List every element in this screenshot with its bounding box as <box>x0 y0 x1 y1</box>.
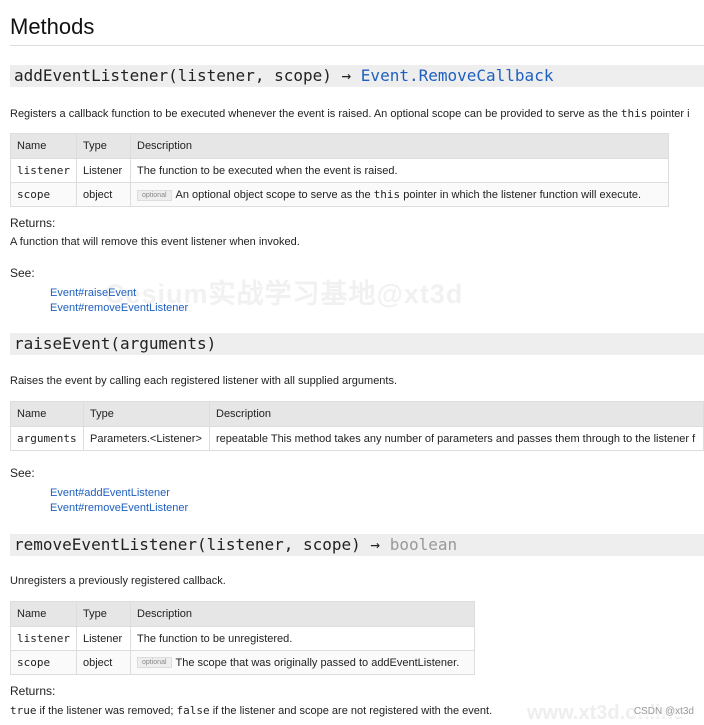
method-name: raiseEvent(arguments) <box>14 334 217 353</box>
inline-code: this <box>620 107 648 120</box>
param-type: Listener <box>76 626 131 651</box>
param-description: optional The scope that was originally pa… <box>130 650 475 675</box>
table-header-row: Name Type Description <box>10 401 704 427</box>
header-description: Description <box>130 133 669 159</box>
returns-label: Returns: <box>10 684 56 698</box>
param-type: Listener <box>76 158 131 183</box>
return-type-link[interactable]: Event.RemoveCallback <box>361 66 554 85</box>
returns-description: A function that will remove this event l… <box>10 236 300 248</box>
see-link-raiseevent[interactable]: Event#raiseEvent <box>50 287 136 299</box>
csdn-watermark: CSDN @xt3d <box>633 706 694 717</box>
params-table: Name Type Description arguments Paramete… <box>10 401 704 451</box>
header-description: Description <box>130 601 475 627</box>
see-link-removeeventlistener[interactable]: Event#removeEventListener <box>50 302 188 314</box>
description-text: pointer in which the listener function w… <box>400 189 642 201</box>
see-label: See: <box>10 466 35 480</box>
header-name: Name <box>10 133 77 159</box>
param-name: scope <box>10 650 77 675</box>
table-header-row: Name Type Description <box>10 133 669 159</box>
see-link-removeeventlistener[interactable]: Event#removeEventListener <box>50 502 188 514</box>
param-type: object <box>76 650 131 675</box>
description-text: pointer i <box>647 108 690 120</box>
method-name: addEventListener(listener, scope) <box>14 66 332 85</box>
return-arrow: → <box>331 66 361 85</box>
inline-code: false <box>176 704 210 717</box>
returns-description: true if the listener was removed; false … <box>10 704 492 717</box>
inline-code: true <box>10 704 37 717</box>
method-signature-raiseevent: raiseEvent(arguments) <box>10 333 704 355</box>
method-description: Raises the event by calling each registe… <box>10 375 398 387</box>
param-type: object <box>76 182 131 207</box>
see-link-addeventlistener[interactable]: Event#addEventListener <box>50 487 170 499</box>
method-signature-addeventlistener: addEventListener(listener, scope) → Even… <box>10 65 704 87</box>
param-name: scope <box>10 182 77 207</box>
params-table: Name Type Description listener Listener … <box>10 133 669 207</box>
header-type: Type <box>76 601 131 627</box>
see-label: See: <box>10 266 35 280</box>
optional-badge: optional <box>137 189 172 201</box>
param-name: arguments <box>10 426 84 451</box>
description-text: if the listener was removed; <box>36 705 177 717</box>
returns-label: Returns: <box>10 216 56 230</box>
table-row: listener Listener The function to be exe… <box>10 158 669 183</box>
param-description: optional An optional object scope to serv… <box>130 182 669 207</box>
method-name: removeEventListener(listener, scope) <box>14 535 361 554</box>
method-description: Registers a callback function to be exec… <box>10 107 690 120</box>
inline-code: this <box>373 188 401 201</box>
optional-badge: optional <box>137 657 172 669</box>
param-type: Parameters.<Listener> <box>83 426 210 451</box>
method-description: Unregisters a previously registered call… <box>10 575 226 587</box>
description-text: An optional object scope to serve as the <box>175 189 374 201</box>
description-text: if the listener and scope are not regist… <box>209 705 493 717</box>
param-description: The function to be unregistered. <box>130 626 475 651</box>
return-arrow: → <box>360 535 390 554</box>
header-name: Name <box>10 401 84 427</box>
param-description: repeatable This method takes any number … <box>209 426 704 451</box>
table-header-row: Name Type Description <box>10 601 475 627</box>
header-description: Description <box>209 401 704 427</box>
page-title: Methods <box>10 14 95 39</box>
table-row: scope object optional The scope that was … <box>10 650 475 675</box>
description-text: Registers a callback function to be exec… <box>10 108 621 120</box>
description-text: The scope that was originally passed to … <box>175 656 460 669</box>
table-row: arguments Parameters.<Listener> repeatab… <box>10 426 704 451</box>
header-type: Type <box>83 401 210 427</box>
header-type: Type <box>76 133 131 159</box>
table-row: scope object optional An optional object … <box>10 182 669 207</box>
header-name: Name <box>10 601 77 627</box>
return-type: boolean <box>389 535 458 554</box>
params-table: Name Type Description listener Listener … <box>10 601 475 675</box>
table-row: listener Listener The function to be unr… <box>10 626 475 651</box>
method-signature-removeeventlistener: removeEventListener(listener, scope) → b… <box>10 534 704 556</box>
param-name: listener <box>10 626 77 651</box>
param-name: listener <box>10 158 77 183</box>
param-description: The function to be executed when the eve… <box>130 158 669 183</box>
title-divider <box>10 45 704 46</box>
